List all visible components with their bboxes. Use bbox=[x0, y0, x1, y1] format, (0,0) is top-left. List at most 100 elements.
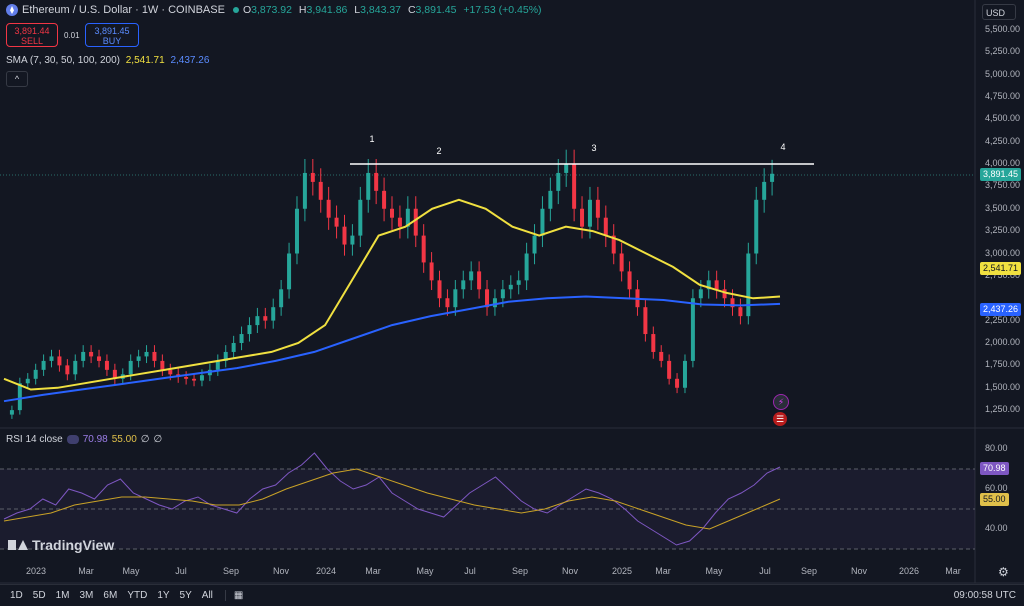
candle-body bbox=[382, 190, 387, 209]
collapse-legend-button[interactable]: ^ bbox=[6, 71, 28, 87]
currency-select[interactable]: USD bbox=[982, 4, 1016, 20]
candle-body bbox=[762, 181, 767, 200]
price-tick-label: 2,000.00 bbox=[985, 337, 1021, 347]
candle-body bbox=[247, 325, 252, 335]
candle-body bbox=[698, 289, 703, 299]
rsi-value: 70.98 bbox=[82, 434, 108, 445]
sma-line bbox=[3, 295, 781, 403]
timeframe-button[interactable]: 5D bbox=[33, 590, 46, 601]
candle-body bbox=[334, 217, 339, 227]
spread-value: 0.01 bbox=[64, 31, 80, 40]
time-tick-label: 2024 bbox=[315, 566, 337, 576]
sell-label: SELL bbox=[20, 36, 44, 46]
candle-body bbox=[437, 280, 442, 299]
time-tick-label: Jul bbox=[464, 566, 476, 576]
price-tick-label: 4,500.00 bbox=[985, 113, 1021, 124]
timeframe-button[interactable]: 3M bbox=[80, 590, 94, 601]
timeframe-button[interactable]: YTD bbox=[127, 590, 147, 601]
candle-body bbox=[342, 226, 347, 245]
rsi-tick-label: 60.00 bbox=[985, 483, 1008, 493]
buy-label: BUY bbox=[102, 36, 122, 46]
candle-body bbox=[738, 307, 743, 317]
candle-body bbox=[255, 316, 260, 326]
candle-body bbox=[49, 356, 54, 361]
candle-body bbox=[453, 289, 458, 308]
candle-body bbox=[57, 356, 62, 366]
timeframe-button[interactable]: 1M bbox=[56, 590, 70, 601]
peak-label: 4 bbox=[780, 142, 785, 152]
candle-body bbox=[397, 217, 402, 227]
time-tick-label: Sep bbox=[222, 566, 239, 576]
candle-body bbox=[524, 253, 529, 281]
settings-gear-icon[interactable]: ⚙ bbox=[998, 565, 1009, 579]
candle-body bbox=[318, 181, 323, 200]
timeframe-button[interactable]: 5Y bbox=[180, 590, 192, 601]
buy-button[interactable]: 3,891.45 BUY bbox=[85, 23, 139, 47]
symbol-name[interactable]: Ethereum / U.S. Dollar · 1W · COINBASE bbox=[22, 4, 225, 16]
candle-body bbox=[152, 351, 157, 361]
candles bbox=[9, 149, 775, 419]
time-tick-label: Nov bbox=[272, 566, 289, 576]
event-flash-icon[interactable]: ⚡ bbox=[773, 394, 789, 410]
sma-legend[interactable]: SMA (7, 30, 50, 100, 200) 2,541.71 2,437… bbox=[6, 55, 209, 66]
time-tick-label: 2025 bbox=[611, 566, 633, 576]
rsi-label: RSI 14 close bbox=[6, 434, 63, 445]
candle-body bbox=[651, 334, 656, 352]
candle-body bbox=[508, 284, 513, 290]
candle-body bbox=[532, 235, 537, 254]
chart-canvas[interactable]: 1 2 3 4 bbox=[0, 0, 1024, 606]
time-tick-label: Mar bbox=[655, 566, 671, 576]
candle-body bbox=[41, 360, 46, 370]
candle-body bbox=[199, 375, 204, 381]
last-price-badge: 3,891.45 bbox=[980, 168, 1022, 181]
price-tick-label: 4,750.00 bbox=[985, 90, 1021, 101]
rsi-pane bbox=[0, 452, 975, 550]
sell-button[interactable]: 3,891.44 SELL bbox=[6, 23, 58, 47]
candle-body bbox=[675, 378, 680, 388]
market-status-icon bbox=[232, 7, 239, 13]
rsi-legend[interactable]: RSI 14 close 70.98 55.00 ∅ ∅ bbox=[6, 434, 162, 445]
timeframe-button[interactable]: All bbox=[202, 590, 213, 601]
rsi-empty-1: ∅ bbox=[140, 434, 150, 445]
sma-blue-badge: 2,437.26 bbox=[980, 303, 1022, 316]
candle-body bbox=[17, 383, 22, 411]
candle-body bbox=[540, 208, 545, 236]
candle-body bbox=[477, 271, 482, 290]
price-tick-label: 3,250.00 bbox=[985, 225, 1021, 236]
candle-body bbox=[413, 208, 418, 236]
time-tick-label: May bbox=[122, 566, 140, 576]
timeframe-button[interactable]: 1D bbox=[10, 590, 23, 601]
event-us-flag-icon[interactable]: ☰ bbox=[773, 412, 787, 426]
candle-body bbox=[770, 173, 775, 182]
sell-price: 3,891.44 bbox=[14, 26, 50, 36]
utc-clock[interactable]: 09:00:58 UTC bbox=[954, 590, 1016, 601]
time-tick-label: May bbox=[705, 566, 723, 576]
price-tick-label: 4,000.00 bbox=[985, 158, 1021, 168]
candle-body bbox=[627, 271, 632, 290]
price-tick-label: 5,500.00 bbox=[985, 23, 1021, 34]
timeframe-button[interactable]: 6M bbox=[103, 590, 117, 601]
candle-body bbox=[682, 360, 687, 388]
candle-body bbox=[580, 208, 585, 227]
candle-body bbox=[643, 307, 648, 335]
candle-body bbox=[302, 172, 307, 209]
candle-body bbox=[516, 280, 521, 285]
candle-body bbox=[239, 334, 244, 343]
candle-body bbox=[65, 365, 70, 375]
candle-body bbox=[104, 360, 109, 370]
candle-body bbox=[215, 360, 220, 370]
tradingview-mark-icon bbox=[8, 540, 28, 550]
price-tick-label: 3,000.00 bbox=[985, 247, 1021, 258]
calendar-range-icon[interactable]: ▦ bbox=[224, 590, 243, 601]
timeframe-button[interactable]: 1Y bbox=[157, 590, 169, 601]
price-tick-label: 1,250.00 bbox=[985, 404, 1021, 415]
candle-body bbox=[714, 280, 719, 290]
price-tick-label: 3,500.00 bbox=[985, 202, 1021, 213]
candle-body bbox=[294, 208, 299, 254]
candle-body bbox=[603, 217, 608, 236]
candle-body bbox=[231, 343, 236, 352]
candle-body bbox=[461, 280, 466, 290]
symbol-header[interactable]: Ethereum / U.S. Dollar · 1W · COINBASE O… bbox=[6, 4, 546, 16]
rsi-settings-icon[interactable] bbox=[66, 435, 79, 444]
candle-body bbox=[587, 199, 592, 227]
